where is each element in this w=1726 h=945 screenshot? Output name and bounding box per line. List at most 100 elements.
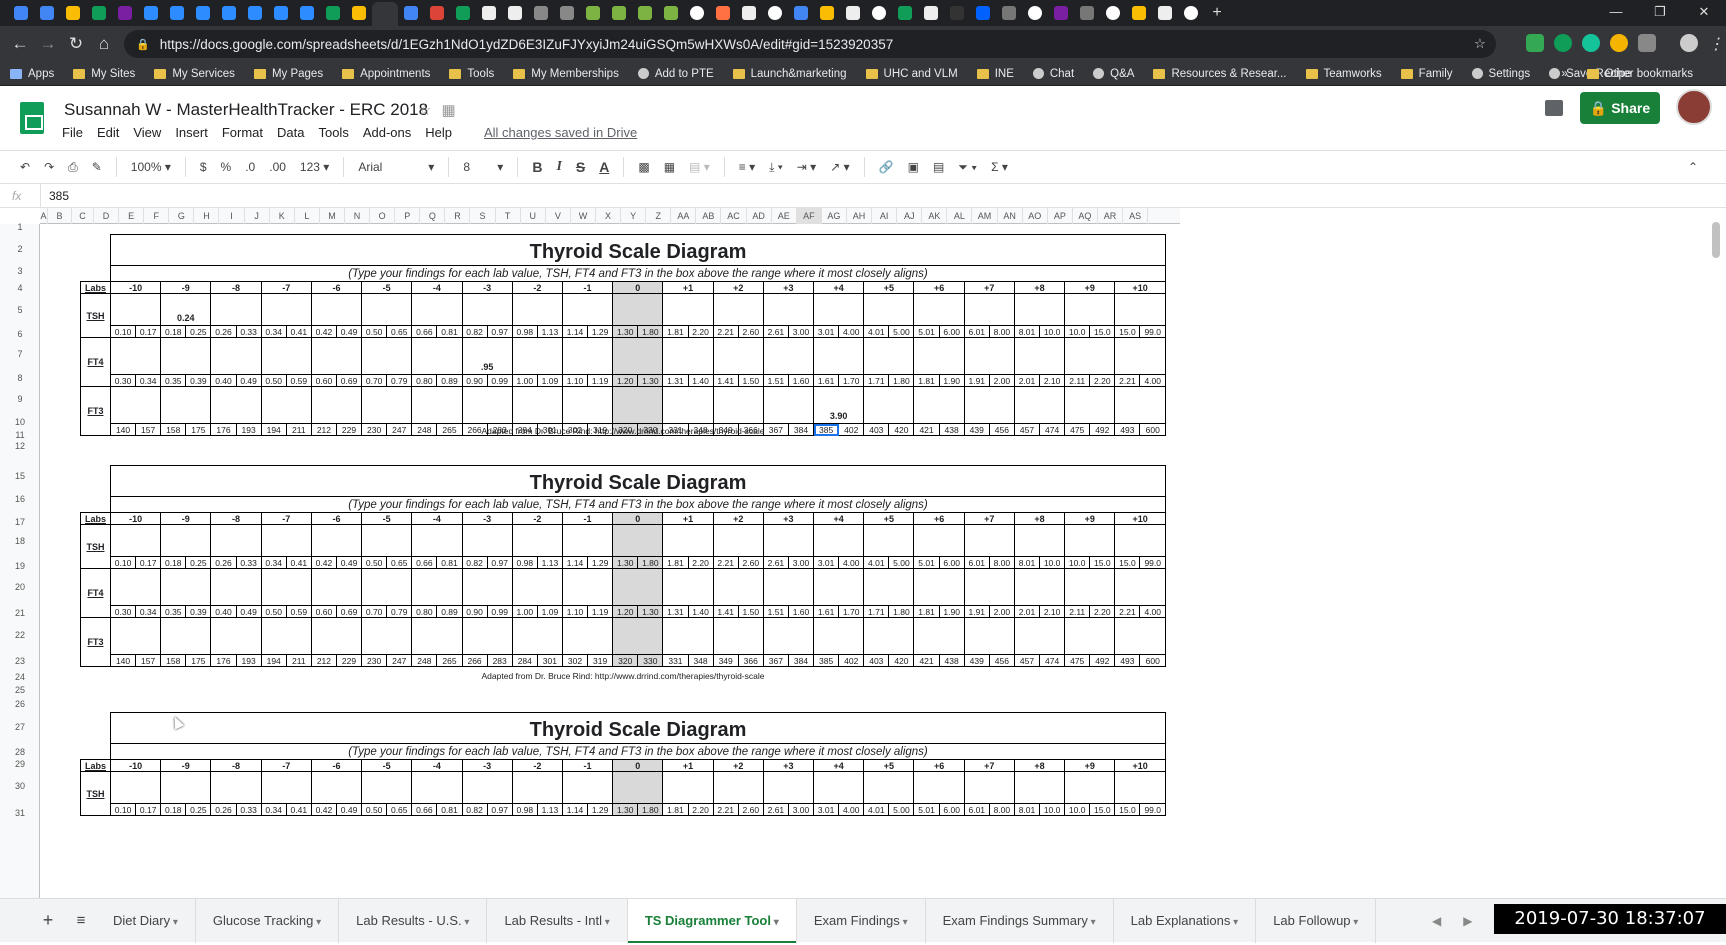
star-icon[interactable]: ☆ — [418, 102, 441, 119]
tsh-range-cell[interactable]: 0.41 — [285, 556, 312, 569]
forward-icon[interactable]: → — [34, 34, 62, 54]
extension-icon[interactable] — [1554, 34, 1572, 52]
ft4-entry-cell[interactable] — [1064, 568, 1116, 606]
number-format-select[interactable]: 123 ▾ — [300, 160, 329, 174]
tsh-range-cell[interactable]: 0.17 — [135, 325, 162, 338]
browser-tab[interactable] — [606, 2, 632, 24]
sheet-tab[interactable]: Glucose Tracking — [196, 898, 340, 943]
scale-header[interactable]: +1 — [662, 759, 714, 772]
ft3-entry-cell[interactable]: 3.90 — [813, 386, 865, 424]
tsh-range-cell[interactable]: 5.00 — [888, 325, 915, 338]
ft4-range-cell[interactable]: 1.40 — [687, 374, 714, 387]
tsh-entry-cell[interactable] — [561, 771, 614, 804]
ft3-entry-cell[interactable] — [210, 617, 262, 655]
scale-header[interactable]: -8 — [210, 759, 262, 772]
ft4-range-cell[interactable]: 0.49 — [235, 605, 262, 618]
bookmark-item[interactable]: My Sites — [73, 68, 135, 80]
ft4-entry-cell[interactable] — [210, 337, 262, 375]
ft4-range-cell[interactable]: 4.00 — [1139, 605, 1166, 618]
tsh-range-cell[interactable]: 2.20 — [687, 556, 714, 569]
ft3-entry-cell[interactable] — [662, 386, 714, 424]
ft3-entry-cell[interactable] — [863, 617, 915, 655]
tsh-range-cell[interactable]: 2.61 — [762, 556, 789, 569]
attribution-text[interactable]: Adapted from Dr. Bruce Rind: http://www.… — [80, 426, 1166, 436]
tsh-label[interactable]: TSH — [80, 771, 111, 816]
tsh-range-cell[interactable]: 6.01 — [963, 803, 990, 816]
column-header[interactable]: C — [72, 208, 94, 224]
scale-header[interactable]: -7 — [260, 281, 312, 294]
row-header[interactable]: 10 — [0, 417, 40, 427]
ft3-entry-cell[interactable] — [612, 617, 664, 655]
ft3-entry-cell[interactable] — [109, 617, 162, 655]
tsh-range-cell[interactable]: 0.97 — [486, 803, 513, 816]
bold-button[interactable]: B — [532, 159, 542, 175]
tsh-entry-cell[interactable] — [712, 524, 764, 557]
tsh-range-cell[interactable]: 0.18 — [160, 803, 187, 816]
tsh-range-cell[interactable]: 0.26 — [210, 325, 237, 338]
ft4-label[interactable]: FT4 — [80, 568, 111, 618]
tsh-range-cell[interactable]: 99.0 — [1139, 803, 1166, 816]
scale-header[interactable]: +9 — [1064, 512, 1116, 525]
tsh-range-cell[interactable]: 8.00 — [988, 556, 1015, 569]
scale-header[interactable]: -5 — [361, 281, 413, 294]
ft3-entry-cell[interactable] — [561, 386, 614, 424]
tsh-range-cell[interactable]: 2.20 — [687, 325, 714, 338]
scale-header[interactable]: +5 — [863, 512, 915, 525]
tsh-range-cell[interactable]: 0.81 — [436, 556, 463, 569]
tsh-range-cell[interactable]: 2.61 — [762, 803, 789, 816]
browser-tab[interactable] — [476, 2, 502, 24]
tsh-entry-cell[interactable] — [963, 293, 1015, 326]
column-header[interactable]: AC — [722, 208, 747, 224]
tsh-entry-cell[interactable] — [863, 293, 915, 326]
column-header[interactable]: T — [496, 208, 521, 224]
ft3-entry-cell[interactable] — [913, 386, 965, 424]
ft3-range-cell[interactable]: 457 — [1013, 654, 1041, 667]
ft4-label[interactable]: FT4 — [80, 337, 111, 387]
ft4-range-cell[interactable]: 1.09 — [536, 605, 563, 618]
tsh-entry-cell[interactable] — [210, 293, 262, 326]
tsh-range-cell[interactable]: 1.80 — [637, 803, 664, 816]
ft3-range-cell[interactable]: 230 — [361, 654, 388, 667]
tsh-range-cell[interactable]: 15.0 — [1114, 803, 1141, 816]
labs-header[interactable]: Labs — [80, 512, 111, 525]
scale-header[interactable]: +3 — [762, 759, 815, 772]
tsh-entry-cell[interactable] — [662, 771, 714, 804]
ft4-entry-cell[interactable] — [109, 568, 162, 606]
column-header[interactable]: B — [48, 208, 72, 224]
scale-header[interactable]: +2 — [712, 281, 764, 294]
scale-header[interactable]: -1 — [561, 512, 614, 525]
ft4-range-cell[interactable]: 2.01 — [1013, 374, 1041, 387]
column-header[interactable]: AG — [822, 208, 847, 224]
ft3-range-cell[interactable]: 475 — [1064, 654, 1091, 667]
ft4-range-cell[interactable]: 1.90 — [938, 605, 965, 618]
ft3-entry-cell[interactable] — [913, 617, 965, 655]
scale-header[interactable]: +8 — [1013, 281, 1066, 294]
browser-tab[interactable] — [892, 2, 918, 24]
sheets-logo-icon[interactable] — [20, 102, 44, 134]
ft4-range-cell[interactable]: 1.20 — [612, 374, 639, 387]
formula-input[interactable]: 385 — [40, 183, 69, 208]
tsh-range-cell[interactable]: 3.00 — [787, 803, 815, 816]
tsh-entry-cell[interactable] — [612, 524, 664, 557]
tsh-entry-cell[interactable]: 0.24 — [160, 293, 212, 326]
ft3-range-cell[interactable]: 349 — [712, 654, 739, 667]
scale-header[interactable]: -1 — [561, 281, 614, 294]
tsh-entry-cell[interactable] — [1013, 293, 1066, 326]
tsh-range-cell[interactable]: 0.10 — [109, 803, 137, 816]
menu-insert[interactable]: Insert — [175, 125, 208, 140]
column-header[interactable]: AK — [922, 208, 948, 224]
tsh-range-cell[interactable]: 6.00 — [938, 556, 965, 569]
tsh-range-cell[interactable]: 2.60 — [737, 325, 764, 338]
ft4-range-cell[interactable]: 1.19 — [587, 605, 614, 618]
row-header[interactable]: 2 — [0, 244, 40, 254]
ft3-entry-cell[interactable] — [109, 386, 162, 424]
scale-header[interactable]: +4 — [813, 512, 865, 525]
row-header[interactable]: 7 — [0, 349, 40, 359]
ft4-entry-cell[interactable] — [963, 337, 1015, 375]
column-header[interactable]: S — [471, 208, 496, 224]
ft4-range-cell[interactable]: 2.00 — [988, 605, 1015, 618]
scale-header[interactable]: +7 — [963, 281, 1015, 294]
bookmark-item[interactable]: Tools — [449, 68, 494, 80]
tsh-range-cell[interactable]: 2.21 — [712, 556, 739, 569]
ft4-entry-cell[interactable] — [913, 337, 965, 375]
